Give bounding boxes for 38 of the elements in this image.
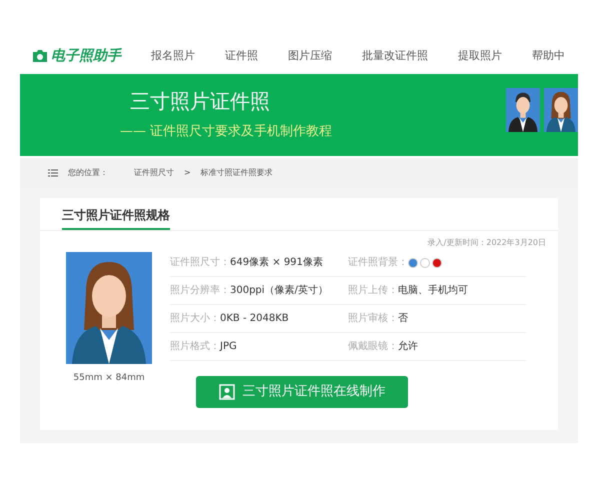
breadcrumb-link[interactable]: 证件照尺寸 — [134, 167, 174, 179]
nav-link[interactable]: 证件照 — [225, 48, 258, 64]
nav-link[interactable]: 图片压缩 — [288, 48, 332, 64]
color-swatch[interactable] — [408, 258, 418, 268]
update-time: 录入/更新时间：2022年3月20日 — [428, 237, 546, 249]
banner-title: 三寸照片证件照 — [129, 88, 271, 115]
nav-link[interactable]: 提取照片 — [458, 48, 502, 64]
color-swatch[interactable] — [420, 258, 430, 268]
breadcrumb-separator: > — [184, 167, 191, 179]
man-avatar-drawing — [506, 88, 540, 132]
field-value: JPG — [220, 340, 237, 354]
field-label: 照片上传： — [348, 284, 398, 298]
field-value: 电脑、手机均可 — [398, 284, 468, 298]
banner-subtitle: —— 证件照尺寸要求及手机制作教程 — [120, 123, 332, 141]
nav-link[interactable]: 报名照片 — [151, 48, 195, 64]
woman-avatar-drawing — [544, 88, 578, 132]
field-value: 649像素 × 991像素 — [230, 256, 323, 270]
photo-size: 55mm × 84mm — [73, 372, 145, 385]
field-label: 照片审核： — [348, 312, 398, 326]
field-label: 照片大小： — [170, 312, 220, 326]
breadcrumb-link[interactable]: 标准寸照证件照要求 — [200, 167, 273, 179]
field-value: 0KB - 2048KB — [220, 312, 289, 326]
field-label: 证件照尺寸： — [170, 256, 230, 270]
nav-link[interactable]: 批量改证件照 — [362, 48, 428, 64]
field-value: 300ppi（像素/英寸） — [230, 284, 328, 298]
breadcrumb-label: 您的位置： — [68, 167, 108, 179]
portrait-icon — [218, 384, 234, 400]
field-label: 佩戴眼镜： — [348, 340, 398, 354]
field-label: 照片分辨率： — [170, 284, 230, 298]
menu-icon — [48, 169, 58, 177]
color-swatch[interactable] — [432, 258, 442, 268]
field-value: 否 — [398, 312, 408, 326]
section-heading: 三寸照片证件照规格 — [62, 206, 170, 230]
field-label: 照片格式： — [170, 340, 220, 354]
camera-icon — [32, 49, 48, 63]
field-value: 允许 — [398, 340, 418, 354]
field-label: 证件照背景： — [348, 256, 408, 270]
nav-link[interactable]: 帮助中 — [532, 48, 565, 64]
